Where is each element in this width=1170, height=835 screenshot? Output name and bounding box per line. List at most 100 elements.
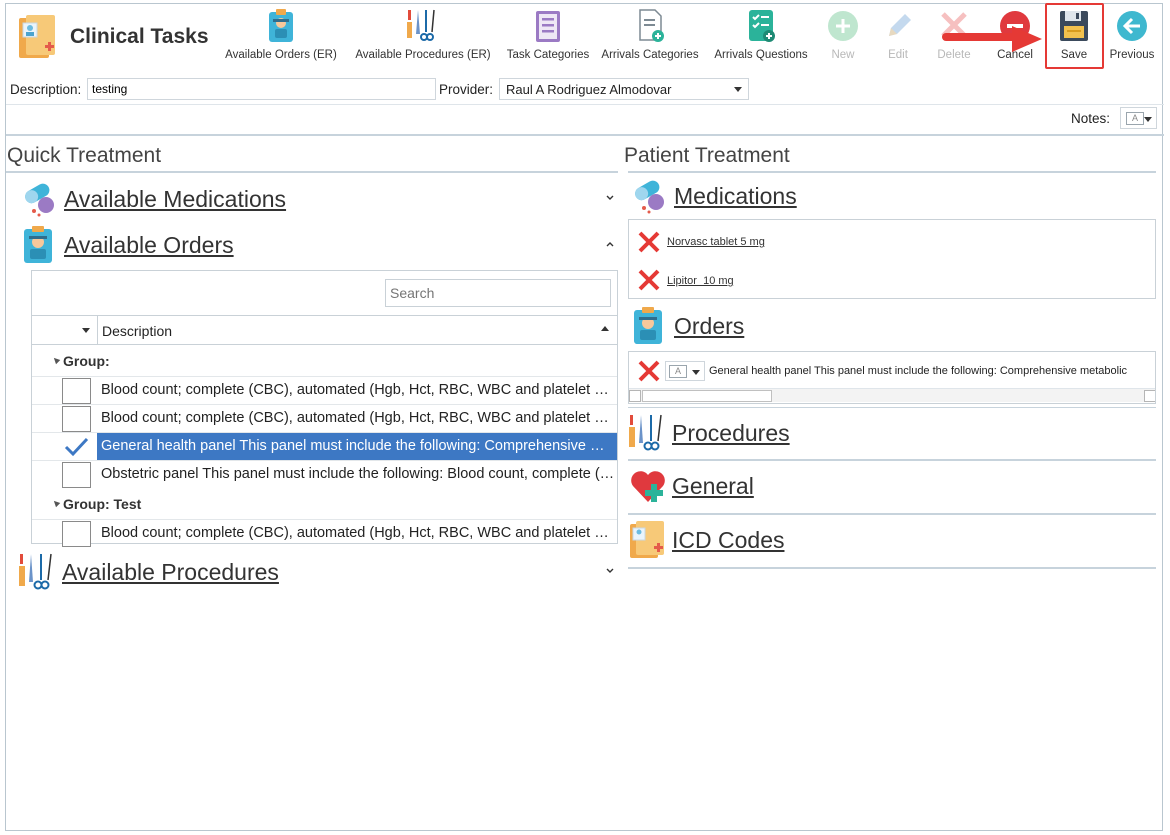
chevron-up-icon[interactable] bbox=[605, 239, 615, 249]
arrivals-questions-button[interactable]: Arrivals Questions bbox=[709, 6, 813, 68]
provider-value: Raul A Rodriguez Almodovar bbox=[506, 82, 672, 97]
orders-clipboard-icon bbox=[634, 307, 662, 344]
table-row[interactable]: Obstetric panel This panel must include … bbox=[32, 460, 617, 488]
table-row[interactable]: Blood count; complete (CBC), automated (… bbox=[32, 376, 617, 404]
procedures-header[interactable]: Procedures bbox=[628, 413, 1156, 453]
row-checkbox[interactable] bbox=[62, 521, 91, 547]
new-button[interactable]: New bbox=[823, 6, 863, 68]
document-add-icon bbox=[639, 9, 664, 42]
remove-x-icon[interactable] bbox=[637, 230, 661, 254]
provider-select[interactable]: Raul A Rodriguez Almodovar bbox=[499, 78, 749, 100]
form-row: Description: Provider: Raul A Rodriguez … bbox=[6, 76, 1164, 104]
orders-label: Orders bbox=[674, 313, 745, 339]
task-categories-button[interactable]: Task Categories bbox=[502, 6, 594, 68]
row-checkbox[interactable] bbox=[62, 378, 91, 404]
edit-button[interactable]: Edit bbox=[878, 6, 918, 68]
medications-label: Medications bbox=[674, 183, 797, 209]
table-row-selected[interactable]: General health panel This panel must inc… bbox=[32, 432, 617, 461]
scroll-left-icon[interactable] bbox=[629, 390, 641, 402]
row-description: Blood count; complete (CBC), automated (… bbox=[101, 525, 615, 541]
remove-x-icon[interactable] bbox=[637, 268, 661, 292]
order-description: General health panel This panel must inc… bbox=[709, 365, 1127, 377]
available-procedures-er-button[interactable]: Available Procedures (ER) bbox=[355, 6, 491, 68]
chevron-down-icon bbox=[692, 370, 700, 375]
divider bbox=[6, 134, 1164, 136]
arrivals-categories-button[interactable]: Arrivals Categories bbox=[599, 6, 701, 68]
available-orders-grid: Description Group: Blood count; complete… bbox=[31, 270, 618, 547]
collapse-triangle-icon[interactable] bbox=[51, 498, 61, 508]
group-row[interactable]: Group: Test bbox=[32, 490, 617, 518]
search-input[interactable] bbox=[385, 279, 611, 307]
medication-link[interactable]: Norvasc tablet 5 mg bbox=[667, 236, 765, 248]
chevron-down-icon bbox=[734, 87, 742, 92]
notes-icon: A bbox=[669, 365, 687, 378]
toolbar: Clinical Tasks Available Orders (ER) Ava… bbox=[6, 3, 1164, 70]
pencil-icon bbox=[889, 14, 911, 36]
available-procedures-label: Available Procedures bbox=[62, 559, 279, 585]
checkmark-icon[interactable] bbox=[62, 434, 91, 460]
surgical-tools-icon bbox=[629, 414, 662, 451]
general-header[interactable]: General bbox=[628, 466, 1156, 506]
row-checkbox[interactable] bbox=[62, 406, 91, 432]
checklist-icon bbox=[749, 10, 775, 42]
sort-ascending-icon[interactable] bbox=[601, 326, 609, 331]
row-description: Blood count; complete (CBC), automated (… bbox=[101, 382, 615, 398]
available-procedures-header[interactable]: Available Procedures bbox=[18, 552, 620, 592]
app-title: Clinical Tasks bbox=[70, 25, 209, 48]
scroll-right-icon[interactable] bbox=[1144, 390, 1155, 402]
pills-icon bbox=[25, 183, 54, 217]
horizontal-scrollbar[interactable] bbox=[629, 388, 1155, 402]
table-row[interactable]: Blood count; complete (CBC), automated (… bbox=[32, 519, 617, 547]
provider-label: Provider: bbox=[439, 82, 494, 97]
orders-list: A General health panel This panel must i… bbox=[628, 351, 1156, 404]
row-description: General health panel This panel must inc… bbox=[101, 438, 615, 454]
order-notes-dropdown[interactable]: A bbox=[665, 361, 705, 381]
chevron-down-icon bbox=[1144, 117, 1152, 122]
icd-codes-header[interactable]: ICD Codes bbox=[628, 520, 1156, 560]
surgical-tools-icon bbox=[407, 9, 435, 41]
quick-treatment-title: Quick Treatment bbox=[7, 144, 162, 167]
description-input[interactable] bbox=[87, 78, 436, 100]
description-column-header[interactable]: Description bbox=[102, 323, 172, 339]
available-orders-label: Available Orders bbox=[64, 232, 234, 258]
divider bbox=[6, 104, 1164, 105]
available-orders-header[interactable]: Available Orders bbox=[20, 225, 620, 265]
orders-header[interactable]: Orders bbox=[630, 306, 1158, 346]
medications-header[interactable]: Medications bbox=[630, 176, 1158, 216]
remove-x-icon[interactable] bbox=[637, 359, 661, 383]
divider bbox=[628, 459, 1156, 461]
divider bbox=[628, 513, 1156, 515]
plus-circle-icon bbox=[828, 11, 858, 41]
save-highlight-box bbox=[1045, 3, 1104, 69]
grid-header: Description bbox=[32, 315, 617, 345]
notes-label: Notes: bbox=[1071, 111, 1111, 126]
medication-link[interactable]: Lipitor 10 mg bbox=[667, 275, 734, 287]
table-row[interactable]: Blood count; complete (CBC), automated (… bbox=[32, 404, 617, 432]
divider bbox=[628, 171, 1156, 173]
available-medications-header[interactable]: Available Medications bbox=[20, 179, 620, 219]
list-clipboard-icon bbox=[536, 11, 560, 42]
surgical-tools-icon bbox=[19, 553, 52, 590]
notes-dropdown[interactable]: A bbox=[1120, 107, 1157, 129]
clinical-folder-icon bbox=[19, 15, 55, 58]
available-orders-er-button[interactable]: Available Orders (ER) bbox=[225, 6, 337, 68]
description-label: Description: bbox=[10, 82, 82, 97]
clinical-folder-icon bbox=[630, 521, 664, 558]
icd-codes-label: ICD Codes bbox=[672, 527, 785, 553]
collapse-triangle-icon[interactable] bbox=[51, 355, 61, 365]
row-description: Blood count; complete (CBC), automated (… bbox=[101, 410, 615, 426]
orders-clipboard-icon bbox=[269, 9, 293, 42]
pills-icon bbox=[635, 180, 664, 214]
divider bbox=[628, 567, 1156, 569]
procedures-label: Procedures bbox=[672, 420, 790, 446]
available-medications-label: Available Medications bbox=[64, 186, 287, 212]
orders-clipboard-icon bbox=[24, 226, 52, 263]
row-description: Obstetric panel This panel must include … bbox=[101, 466, 615, 482]
chevron-down-icon[interactable] bbox=[605, 566, 615, 576]
column-menu-icon[interactable] bbox=[82, 328, 90, 333]
group-row[interactable]: Group: bbox=[32, 347, 617, 375]
previous-button[interactable]: Previous bbox=[1106, 6, 1158, 68]
chevron-down-icon[interactable] bbox=[605, 193, 615, 203]
row-checkbox[interactable] bbox=[62, 462, 91, 488]
scrollbar-thumb[interactable] bbox=[642, 390, 772, 402]
